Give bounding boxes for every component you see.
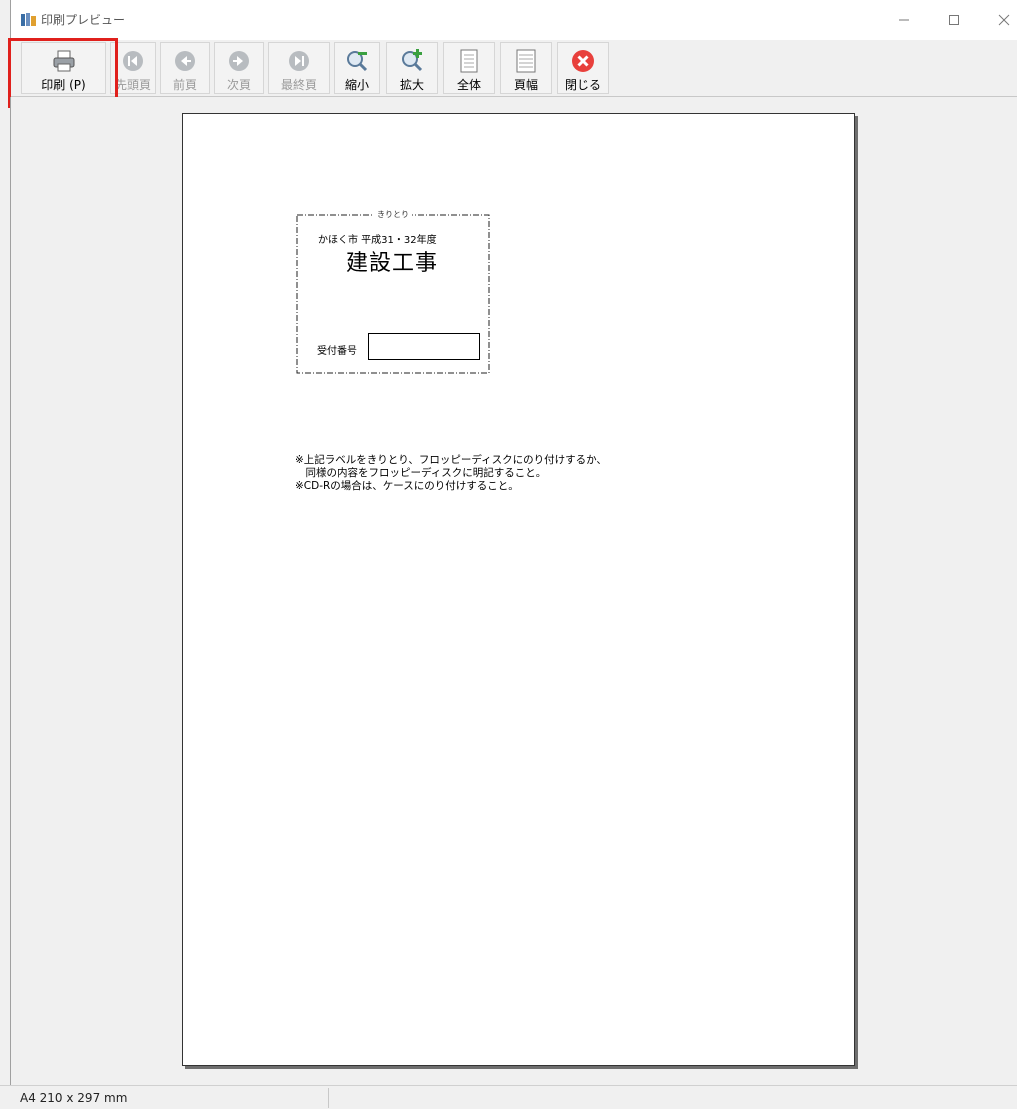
prev-page-label: 前頁: [172, 78, 197, 92]
preview-area[interactable]: きりとり かほく市 平成31・32年度 建設工事 受付番号 ※上記ラベルをきりと…: [10, 97, 1017, 1085]
whole-page-icon: [457, 49, 481, 73]
next-page-label: 次頁: [226, 78, 251, 92]
last-page-label: 最終頁: [280, 78, 317, 92]
prev-page-icon: [173, 49, 197, 73]
maximize-button[interactable]: [931, 0, 977, 40]
next-page-icon: [227, 49, 251, 73]
paper-size-text: A4 210 x 297 mm: [20, 1091, 128, 1105]
first-page-icon: [121, 49, 145, 73]
page-width-button[interactable]: 頁幅: [500, 42, 552, 94]
receipt-number-label: 受付番号: [317, 346, 357, 357]
receipt-number-box: [368, 333, 480, 360]
window-title: 印刷プレビュー: [41, 13, 126, 27]
prev-page-button[interactable]: 前頁: [160, 42, 210, 94]
app-icon: [21, 13, 37, 27]
preview-page: きりとり かほく市 平成31・32年度 建設工事 受付番号 ※上記ラベルをきりと…: [182, 113, 855, 1066]
zoom-out-button[interactable]: 縮小: [334, 42, 380, 94]
close-preview-label: 閉じる: [564, 78, 601, 92]
minimize-button[interactable]: [881, 0, 927, 40]
whole-page-button[interactable]: 全体: [443, 42, 495, 94]
cut-text: きりとり: [374, 209, 412, 220]
zoom-in-label: 拡大: [399, 78, 424, 92]
window-close-button[interactable]: [981, 0, 1017, 40]
status-bar: A4 210 x 297 mm: [0, 1085, 1017, 1109]
label-title: 建設工事: [346, 251, 439, 276]
first-page-label: 先頭頁: [114, 78, 151, 92]
whole-page-label: 全体: [456, 78, 481, 92]
next-page-button[interactable]: 次頁: [214, 42, 264, 94]
zoom-in-button[interactable]: 拡大: [386, 42, 438, 94]
last-page-icon: [287, 49, 311, 73]
title-bar: 印刷プレビュー: [10, 0, 1017, 40]
page-width-icon: [514, 49, 538, 73]
page-width-label: 頁幅: [513, 78, 538, 92]
cut-label: きりとり かほく市 平成31・32年度 建設工事 受付番号: [296, 209, 490, 374]
close-red-icon: [571, 49, 595, 73]
close-preview-button[interactable]: 閉じる: [557, 42, 609, 94]
toolbar: 印刷 (P) 先頭頁 前頁 次頁 最終頁 縮小 拡大 全体 頁幅 閉じる: [10, 40, 1017, 97]
print-preview-window: 印刷プレビュー 印刷 (P) 先頭頁 前頁 次頁 最終頁 縮小 拡大 全体 頁幅…: [0, 0, 1017, 1109]
city-year-text: かほく市 平成31・32年度: [318, 235, 437, 246]
last-page-button[interactable]: 最終頁: [268, 42, 330, 94]
zoom-out-icon: [345, 49, 369, 73]
zoom-in-icon: [400, 49, 424, 73]
instruction-note: ※上記ラベルをきりとり、フロッピーディスクにのり付けするか、 同様の内容をフロッ…: [295, 454, 607, 492]
zoom-out-label: 縮小: [344, 78, 369, 92]
status-divider: [328, 1088, 329, 1108]
